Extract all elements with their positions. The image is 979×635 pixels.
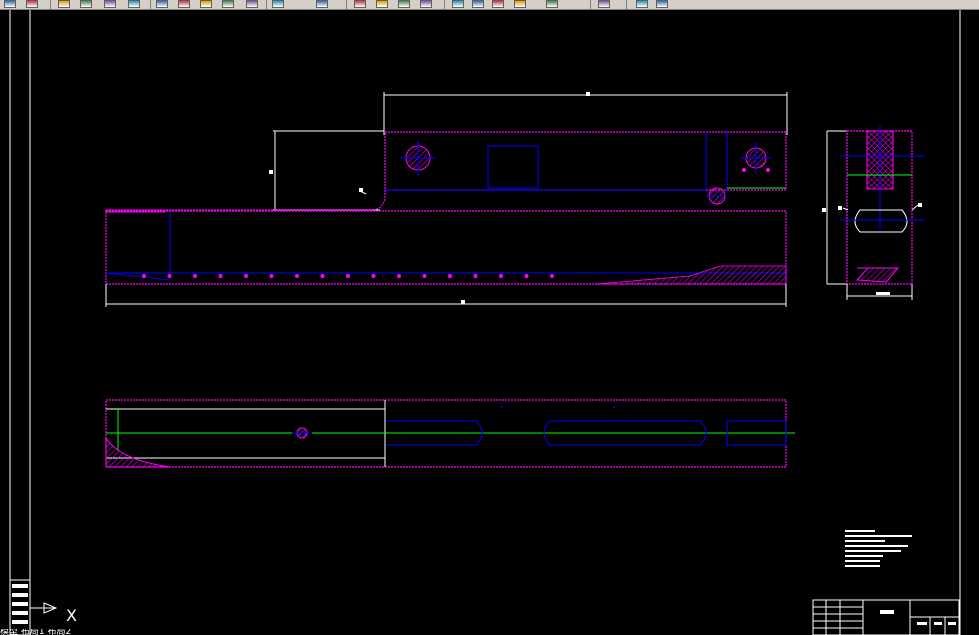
cad-drawing [9,10,961,635]
layout-tabs[interactable]: 模型 布局1 布局2 [0,629,140,635]
toolbar-separator [266,0,267,9]
zoom-realtime-icon[interactable] [376,0,388,8]
hole-dot [346,274,350,278]
dimension-style-icon[interactable] [472,0,484,8]
block-editor-icon[interactable] [246,0,258,8]
plot-icon[interactable] [58,0,70,8]
drawing-canvas[interactable]: X [0,10,979,635]
hole-dot [295,274,299,278]
help-icon[interactable] [598,0,610,8]
toolbar-separator [444,0,445,9]
print-preview-icon[interactable] [80,0,92,8]
hole-dot [320,274,325,278]
match-properties-icon[interactable] [222,0,234,8]
toolbar-separator [346,0,347,9]
hole-dot [397,274,401,278]
ucs-icon [30,602,58,614]
calculator-icon[interactable] [546,0,558,8]
cut-icon[interactable] [156,0,168,8]
redo-icon[interactable] [316,0,328,8]
text-style-icon[interactable] [452,0,464,8]
hole-dot [218,274,223,278]
toolbar-separator [590,0,591,9]
zoom-window-icon[interactable] [398,0,410,8]
paste-icon[interactable] [200,0,212,8]
technical-notes [845,530,912,567]
hole-dot [550,274,554,278]
publish-icon[interactable] [104,0,116,8]
copy-icon[interactable] [178,0,190,8]
side-view [822,125,925,300]
hole-dot [448,274,452,278]
hole-dots-row [142,274,554,278]
hole-dot [371,274,376,278]
standard-toolbar [0,0,979,10]
layer-state-icon[interactable] [656,0,668,8]
revision-strip [9,579,31,635]
hole-dot [524,274,529,278]
toolbar-separator [50,0,51,9]
hole-dot [269,274,274,278]
hole-dot [499,274,503,278]
hole-dot [167,274,172,278]
hole-dot [193,274,197,278]
title-block [812,599,960,635]
multileader-style-icon[interactable] [514,0,526,8]
drawing-frame [9,10,961,635]
3d-publish-icon[interactable] [128,0,140,8]
zoom-previous-icon[interactable] [420,0,432,8]
hole-dot [142,274,146,278]
undo-icon[interactable] [272,0,284,8]
hole-dot [244,274,248,278]
pan-icon[interactable] [4,0,16,8]
table-style-icon[interactable] [492,0,504,8]
pan-realtime-icon[interactable] [354,0,366,8]
hole-dot [473,274,478,278]
front-view [105,92,788,307]
hole-dot [422,274,427,278]
toolbar-separator [150,0,151,9]
toolbar-separator [626,0,627,9]
top-view [105,399,795,468]
layer-icon[interactable] [636,0,648,8]
ucs-x-label: X [66,606,77,625]
save-icon[interactable] [26,0,38,8]
